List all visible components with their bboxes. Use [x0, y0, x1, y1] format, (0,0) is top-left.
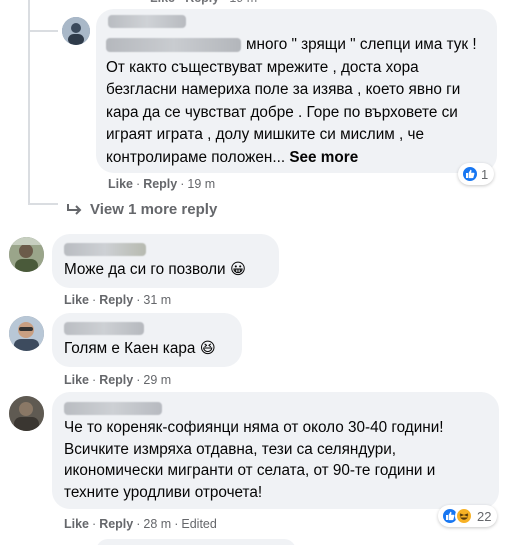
edited-label: Edited [181, 517, 217, 531]
reply-button[interactable]: Reply [143, 177, 177, 191]
comment-actions: Like · Reply · 29 m [64, 373, 172, 387]
thread-line-elbow-bottom [28, 203, 58, 205]
comment-bubble: Голям е Каен кара 😆 [52, 313, 242, 367]
reply-button[interactable]: Reply [99, 373, 133, 387]
blurred-author-name[interactable] [108, 15, 186, 29]
comment-actions: Like · Reply · 31 m [64, 293, 172, 307]
like-button[interactable]: Like [108, 177, 133, 191]
avatar[interactable] [9, 396, 44, 431]
view-more-replies-button[interactable]: View 1 more reply [66, 201, 217, 218]
reply-button[interactable]: Reply [99, 293, 133, 307]
like-button[interactable]: Like [64, 293, 89, 307]
blurred-author-name[interactable] [64, 322, 144, 335]
avatar[interactable] [9, 237, 44, 272]
reaction-summary[interactable]: 1 [458, 163, 495, 185]
avatar[interactable] [62, 17, 90, 45]
comment-bubble: Може да си го позволи 😀 [52, 234, 279, 288]
thread-line-elbow [28, 30, 58, 32]
reply-arrow-icon [67, 203, 82, 215]
avatar-image [9, 237, 44, 272]
reaction-count: 22 [477, 508, 492, 524]
blurred-author-name[interactable] [64, 402, 162, 415]
avatar-image [62, 17, 90, 45]
comment-text: Че то кореняк-софиянци няма от около 30-… [64, 419, 444, 501]
like-reaction-icon [461, 165, 479, 183]
comment-bubble: Че то кореняк-софиянци няма от около 30-… [52, 392, 499, 509]
view-more-label: View 1 more reply [90, 201, 218, 218]
timestamp[interactable]: 28 m [143, 517, 171, 531]
timestamp[interactable]: 19 m [187, 177, 215, 191]
timestamp[interactable]: 31 m [143, 293, 171, 307]
timestamp[interactable]: 29 m [143, 373, 171, 387]
comment-text: Голям е Каен кара 😆 [64, 340, 216, 357]
comment-actions: Like · Reply · 19 m [108, 177, 216, 191]
cutoff-actions: Like·Reply·19 m [150, 0, 257, 5]
like-button[interactable]: Like [64, 373, 89, 387]
reaction-count: 1 [481, 166, 489, 182]
comment-body: много " зрящи " слепци има тук ! От какт… [106, 34, 492, 169]
see-more-link[interactable]: See more [289, 149, 358, 166]
reaction-summary[interactable]: 22 [438, 505, 498, 527]
reply-button[interactable]: Reply [99, 517, 133, 531]
blurred-author-name[interactable] [64, 243, 146, 256]
avatar[interactable] [9, 316, 44, 351]
avatar-image [9, 396, 44, 431]
haha-reaction-icon [455, 507, 473, 525]
comment-actions: Like · Reply · 28 m · Edited [64, 517, 217, 531]
comments-thread: Like·Reply·19 m много " зрящи " слепци и… [0, 0, 529, 545]
comment-text: Може да си го позволи 😀 [64, 261, 246, 278]
avatar-image [9, 316, 44, 351]
comment-text-1: много " зрящи " слепци има тук ! От какт… [106, 36, 477, 166]
next-comment-partial [96, 539, 296, 545]
like-button[interactable]: Like [64, 517, 89, 531]
thread-line-branch [28, 0, 30, 32]
